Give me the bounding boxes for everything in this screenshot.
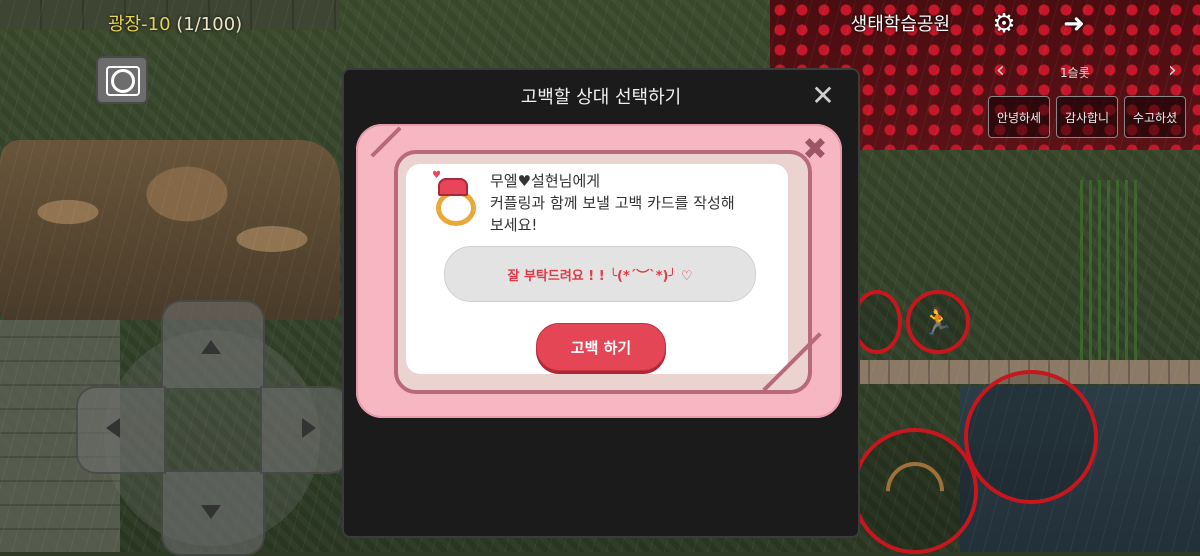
card-message-line-1: 무엘♥설현님에게 bbox=[490, 172, 601, 190]
emote-slot-label: 1슬롯 bbox=[1060, 66, 1090, 80]
card-message-line-3: 보세요! bbox=[490, 216, 538, 234]
attack-button[interactable] bbox=[852, 428, 978, 554]
emote-button-good-work[interactable]: 수고하셨 bbox=[1124, 96, 1186, 138]
couple-ring-icon: ♥ bbox=[432, 170, 476, 226]
location-name: 광장-10 bbox=[108, 14, 171, 35]
map-name: 생태학습공원 bbox=[850, 14, 950, 35]
channel-location[interactable]: 광장-10 (1/100) bbox=[108, 10, 242, 36]
chevron-right-icon[interactable]: › bbox=[1168, 58, 1177, 83]
interact-button[interactable] bbox=[964, 370, 1098, 504]
arrow-right-icon bbox=[302, 418, 326, 438]
modal-title: 고백할 상대 선택하기 bbox=[520, 87, 682, 108]
card-message: 무엘♥설현님에게 커플링과 함께 보낼 고백 카드를 작성해 보세요! bbox=[490, 170, 780, 236]
dancing-person-icon: 🏃 bbox=[921, 307, 955, 337]
bow-icon bbox=[873, 449, 957, 533]
emote-button-thanks[interactable]: 감사합니 bbox=[1056, 96, 1118, 138]
ring-gem bbox=[438, 178, 468, 196]
emote-button-hello[interactable]: 안녕하세 bbox=[988, 96, 1050, 138]
close-icon[interactable]: ✕ bbox=[808, 79, 838, 112]
occupancy-count: (1/100) bbox=[176, 14, 243, 35]
card-message-line-2: 커플링과 함께 보낼 고백 카드를 작성해 bbox=[490, 194, 735, 212]
camera-icon[interactable] bbox=[96, 56, 148, 104]
gear-icon[interactable]: ⚙ bbox=[986, 6, 1022, 42]
chevron-left-icon[interactable]: ‹ bbox=[996, 58, 1005, 83]
camera-lens bbox=[111, 69, 135, 93]
arrow-down-icon bbox=[201, 505, 221, 529]
confession-message-input[interactable]: 잘 부탁드려요 ! ! ╰(*´︶`*)╯ ♡ bbox=[444, 246, 756, 302]
dpad-left[interactable] bbox=[76, 386, 166, 474]
directional-pad[interactable] bbox=[76, 300, 350, 556]
arrow-left-icon bbox=[96, 418, 120, 438]
arrow-up-icon bbox=[201, 330, 221, 354]
card-close-icon[interactable]: ✖ bbox=[800, 132, 830, 167]
confess-button[interactable]: 고백 하기 bbox=[536, 323, 666, 371]
dance-emote-button[interactable]: 🏃 bbox=[906, 290, 970, 354]
